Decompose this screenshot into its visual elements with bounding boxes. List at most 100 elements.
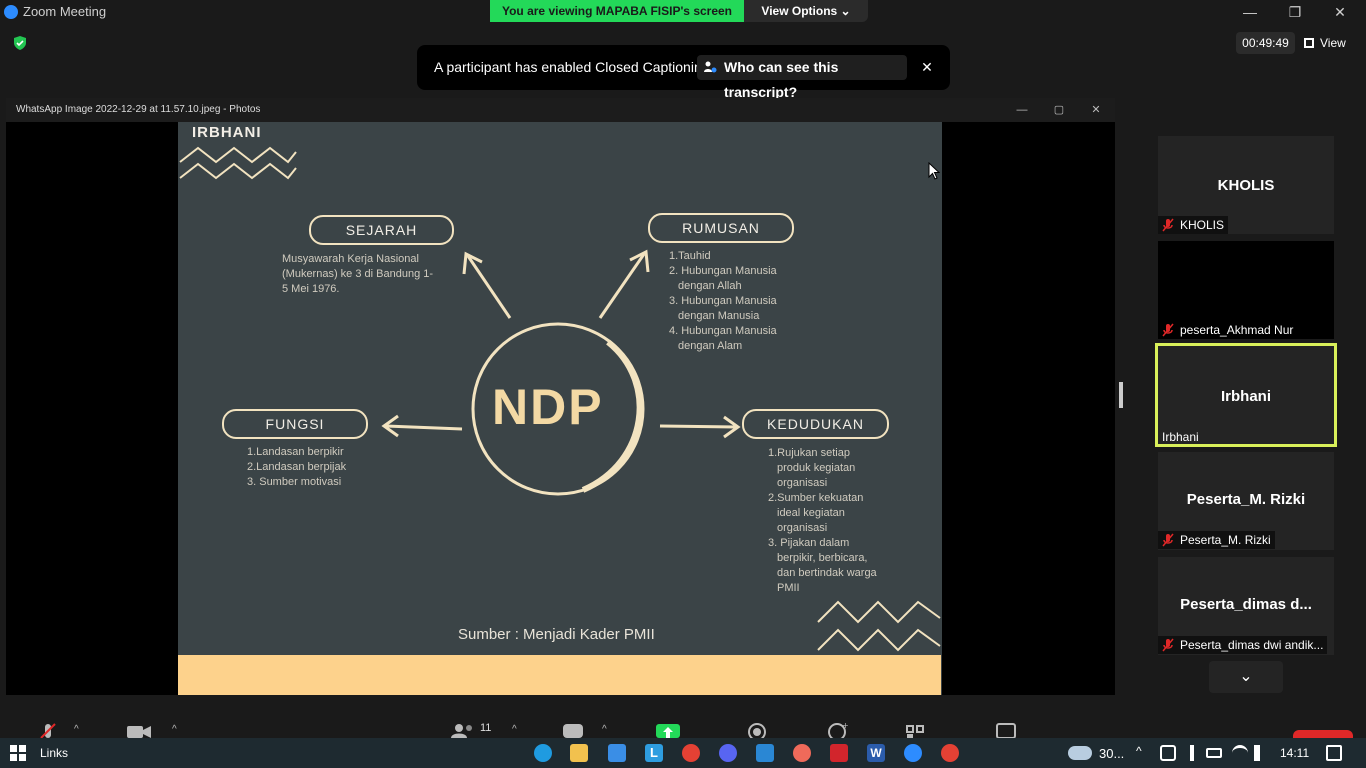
maximize-button[interactable]: ❐ xyxy=(1275,2,1315,22)
text-line: 2. Hubungan Manusia xyxy=(669,265,777,277)
participant-tile[interactable]: peserta_Akhmad Nur xyxy=(1158,241,1334,339)
kedudukan-title: KEDUDUKAN xyxy=(742,409,889,439)
text-line: dan bertindak warga xyxy=(777,567,877,579)
participants-scroll-down-button[interactable]: ⌄ xyxy=(1209,661,1283,693)
mouse-cursor-icon xyxy=(928,162,940,180)
app-l-icon[interactable]: L xyxy=(645,744,663,762)
text-line: 1.Rujukan setiap xyxy=(768,447,850,459)
photos-maximize-button[interactable]: ▢ xyxy=(1049,101,1069,119)
participant-tile[interactable]: KHOLIS KHOLIS xyxy=(1158,136,1334,234)
wifi-icon[interactable] xyxy=(1232,745,1248,761)
participant-label: Irbhani xyxy=(1162,430,1199,444)
svg-text:+: + xyxy=(842,722,849,730)
photos-close-button[interactable]: ✕ xyxy=(1086,101,1106,119)
reactions-icon[interactable]: + xyxy=(827,722,849,738)
swirl-app-icon[interactable] xyxy=(793,744,811,762)
text-line: dengan Alam xyxy=(678,340,743,352)
grid-icon xyxy=(1304,38,1314,48)
text-line: 3. Pijakan dalam xyxy=(768,537,850,549)
participant-name: Peserta_M. Rizki xyxy=(1186,491,1306,508)
fungsi-text: 1.Landasan berpikir 2.Landasan berpijak … xyxy=(247,445,377,490)
chrome-icon[interactable] xyxy=(682,744,700,762)
battery-icon[interactable] xyxy=(1206,748,1222,758)
record-icon[interactable] xyxy=(747,722,767,738)
participants-count: 11 xyxy=(480,722,492,734)
microphone-tray-icon[interactable] xyxy=(1190,745,1194,761)
minimize-button[interactable]: — xyxy=(1230,2,1270,22)
sejarah-title: SEJARAH xyxy=(309,215,454,245)
participants-options-caret-icon[interactable]: ^ xyxy=(512,724,517,735)
active-speaker-tile[interactable]: Irbhani Irbhani xyxy=(1155,343,1337,447)
app-title: Zoom Meeting xyxy=(23,4,107,19)
security-shield-icon[interactable] xyxy=(12,35,28,51)
chevron-down-icon: ⌄ xyxy=(1239,668,1253,685)
chat-options-caret-icon[interactable]: ^ xyxy=(602,724,607,735)
text-line: 3. Sumber motivasi xyxy=(247,476,342,488)
apps-icon[interactable] xyxy=(905,722,927,738)
transcript-link-label: Who can see this transcript? xyxy=(724,59,839,100)
file-explorer-icon[interactable] xyxy=(570,744,588,762)
participant-name: Peserta_dimas d... xyxy=(1180,596,1312,613)
participants-icon[interactable] xyxy=(450,722,478,738)
zoom-app-icon[interactable] xyxy=(904,744,922,762)
share-screen-icon[interactable] xyxy=(655,722,681,738)
whiteboard-icon[interactable] xyxy=(995,722,1017,738)
chat-icon[interactable] xyxy=(562,722,584,738)
text-line: Musyawarah Kerja Nasional xyxy=(282,253,419,265)
view-label: View xyxy=(1320,36,1346,50)
weather-cloud-icon[interactable] xyxy=(1068,746,1092,760)
mute-mic-icon[interactable] xyxy=(38,722,58,738)
tray-expand-chevron-icon[interactable]: ^ xyxy=(1136,744,1142,758)
view-layout-button[interactable]: View xyxy=(1304,32,1360,54)
slide-footer-band xyxy=(178,655,941,695)
volume-icon[interactable] xyxy=(1254,745,1270,761)
discord-icon[interactable] xyxy=(719,744,737,762)
kedudukan-text: 1.Rujukan setiap produk kegiatan organis… xyxy=(768,446,908,596)
meeting-toolbar xyxy=(0,717,1366,738)
mic-muted-icon xyxy=(1162,533,1174,547)
text-line: organisasi xyxy=(777,477,828,489)
video-options-caret-icon[interactable]: ^ xyxy=(172,724,177,735)
edge-icon[interactable] xyxy=(534,744,552,762)
panel-resize-handle[interactable] xyxy=(1119,382,1123,408)
zoom-logo-icon xyxy=(4,5,18,19)
participant-tile[interactable]: Peserta_M. Rizki Peserta_M. Rizki xyxy=(1158,452,1334,550)
weather-temperature[interactable]: 30... xyxy=(1099,746,1124,761)
mail-icon[interactable] xyxy=(608,744,626,762)
text-line: PMII xyxy=(777,582,800,594)
video-camera-icon[interactable] xyxy=(126,722,152,738)
text-line: 5 Mei 1976. xyxy=(282,283,340,295)
text-line: dengan Allah xyxy=(678,280,742,292)
text-line: (Mukernas) ke 3 di Bandung 1- xyxy=(282,268,434,280)
mic-muted-icon xyxy=(1162,218,1174,232)
meeting-timer: 00:49:49 xyxy=(1236,32,1295,54)
mcafee-icon[interactable] xyxy=(830,744,848,762)
view-options-button[interactable]: View Options ⌄ xyxy=(744,0,868,22)
participant-name: Irbhani xyxy=(1220,388,1271,405)
caption-notice-close-button[interactable]: ✕ xyxy=(917,57,937,77)
slide-corner-label: IRBHANI xyxy=(192,124,262,141)
rumusan-text: 1.Tauhid 2. Hubungan Manusia dengan Alla… xyxy=(669,249,809,354)
taskbar-clock[interactable]: 14:11 xyxy=(1280,746,1309,760)
text-line: berpikir, berbicara, xyxy=(777,552,868,564)
end-meeting-button[interactable] xyxy=(1293,730,1353,738)
vscode-icon[interactable] xyxy=(756,744,774,762)
chrome-icon-2[interactable] xyxy=(941,744,959,762)
taskbar-links-toolbar[interactable]: Links xyxy=(40,746,68,760)
photos-minimize-button[interactable]: — xyxy=(1012,101,1032,119)
photos-window-title: WhatsApp Image 2022-12-29 at 11.57.10.jp… xyxy=(16,104,261,115)
word-icon[interactable]: W xyxy=(867,744,885,762)
people-icon xyxy=(704,61,717,73)
audio-options-caret-icon[interactable]: ^ xyxy=(74,724,79,735)
mic-muted-icon xyxy=(1162,638,1174,652)
transcript-visibility-button[interactable]: Who can see this transcript? xyxy=(697,55,907,100)
screen-share-banner: You are viewing MAPABA FISIP's screen xyxy=(490,0,744,22)
participant-tile[interactable]: Peserta_dimas d... Peserta_dimas dwi and… xyxy=(1158,557,1334,655)
caption-notice-text: A participant has enabled Closed Caption… xyxy=(434,59,710,75)
close-button[interactable]: ✕ xyxy=(1320,2,1360,22)
text-line: 2.Landasan berpijak xyxy=(247,461,347,473)
camera-tray-icon[interactable] xyxy=(1160,745,1176,761)
slide-source: Sumber : Menjadi Kader PMII xyxy=(458,626,655,643)
windows-start-icon[interactable] xyxy=(10,745,26,761)
notifications-icon[interactable] xyxy=(1326,745,1342,761)
